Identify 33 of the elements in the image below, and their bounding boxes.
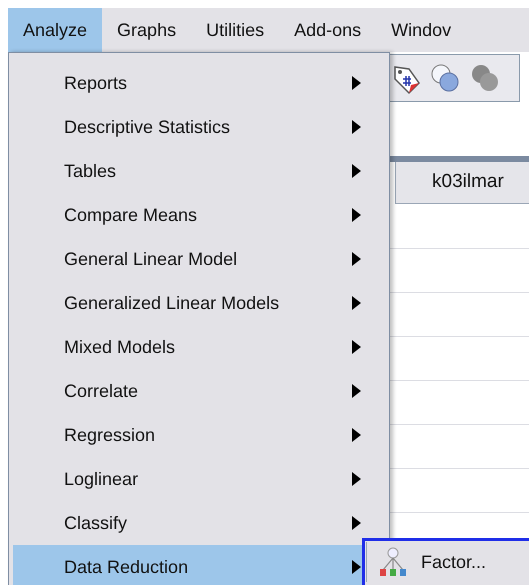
menu-item[interactable]: Reports: [13, 61, 385, 105]
menu-item[interactable]: Compare Means: [13, 193, 385, 237]
menu-label: Factor...: [421, 550, 486, 574]
menu-item[interactable]: Classify: [13, 501, 385, 545]
submenu-arrow-icon: [352, 428, 361, 442]
submenu-arrow-icon: [352, 340, 361, 354]
tree-icon: [379, 547, 407, 577]
submenu-arrow-icon: [352, 252, 361, 266]
menu-item[interactable]: Graphs: [102, 8, 192, 52]
menu-item[interactable]: Generalized Linear Models: [13, 281, 385, 325]
submenu-arrow-icon: [352, 164, 361, 178]
submenu-arrow-icon: [352, 560, 361, 574]
menu-item[interactable]: Correlate: [13, 369, 385, 413]
menu-item[interactable]: Add-ons: [279, 8, 376, 52]
menu-item[interactable]: General Linear Model: [13, 237, 385, 281]
submenu-arrow-icon: [352, 384, 361, 398]
circles-icon[interactable]: [429, 62, 461, 94]
submenu-arrow-icon: [352, 516, 361, 530]
menu-item[interactable]: Loglinear: [13, 457, 385, 501]
submenu-arrow-icon: [352, 472, 361, 486]
menu-item[interactable]: Tables: [13, 149, 385, 193]
menu-item[interactable]: Mixed Models: [13, 325, 385, 369]
menu-item[interactable]: Descriptive Statistics: [13, 105, 385, 149]
menu-item[interactable]: Utilities: [191, 8, 280, 52]
submenu-arrow-icon: [352, 120, 361, 134]
menu-item[interactable]: Windov: [376, 8, 466, 52]
submenu-arrow-icon: [352, 208, 361, 222]
menu-item[interactable]: Regression: [13, 413, 385, 457]
submenu-arrow-icon: [352, 76, 361, 90]
menu-item[interactable]: Analyze: [8, 8, 102, 52]
column-header[interactable]: k03ilmar: [395, 162, 529, 204]
circles-icon[interactable]: [469, 62, 501, 94]
submenu-arrow-icon: [352, 296, 361, 310]
